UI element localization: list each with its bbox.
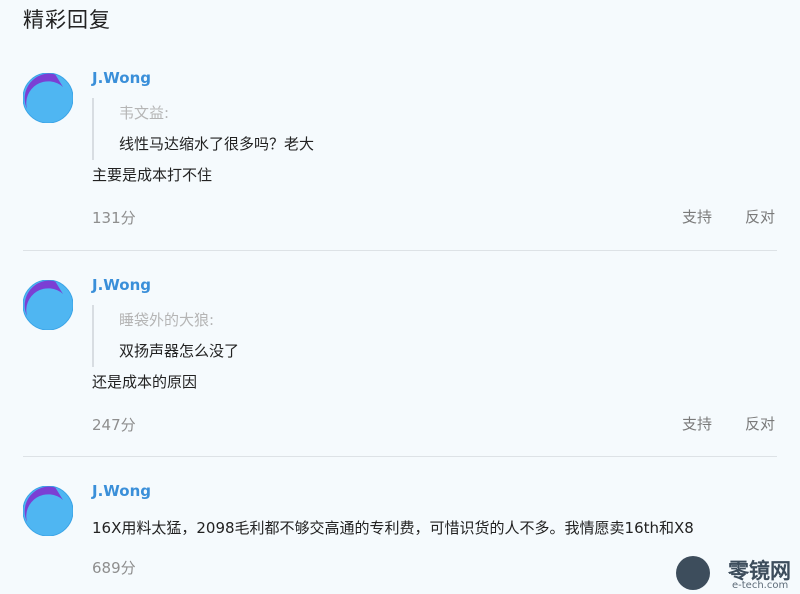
author-name[interactable]: J.Wong [92,482,151,500]
watermark-subtext: e-tech.com [732,580,789,591]
oppose-button[interactable]: 反对 [745,206,775,227]
author-name[interactable]: J.Wong [92,69,151,87]
quote-text: 线性马达缩水了很多吗？老大 [119,135,315,153]
watermark-logo-icon [676,556,710,590]
quoted-comment: 睡袋外的大狼: 双扬声器怎么没了 [92,305,594,367]
support-button[interactable]: 支持 [682,413,712,434]
divider [23,456,777,457]
quote-author: 韦文益: [119,104,170,122]
reply-text: 16X用料太猛，2098毛利都不够交高通的专利费，可惜识货的人不多。我情愿卖16… [92,519,694,537]
author-name[interactable]: J.Wong [92,276,151,294]
avatar-icon[interactable] [23,73,73,123]
quoted-comment: 韦文益: 线性马达缩水了很多吗？老大 [92,98,594,160]
avatar-icon[interactable] [23,280,73,330]
watermark-logo: 零镜网 e-tech.com [672,553,800,594]
quote-text: 双扬声器怎么没了 [119,342,240,360]
oppose-button[interactable]: 反对 [745,413,775,434]
score: 247分 [92,416,136,434]
reply-text: 还是成本的原因 [92,373,198,391]
avatar-icon[interactable] [23,486,73,536]
score: 689分 [92,559,136,577]
divider [23,250,777,251]
reply-text: 主要是成本打不住 [92,166,213,184]
section-title: 精彩回复 [23,8,111,32]
score: 131分 [92,209,136,227]
support-button[interactable]: 支持 [682,206,712,227]
quote-author: 睡袋外的大狼: [119,311,215,329]
